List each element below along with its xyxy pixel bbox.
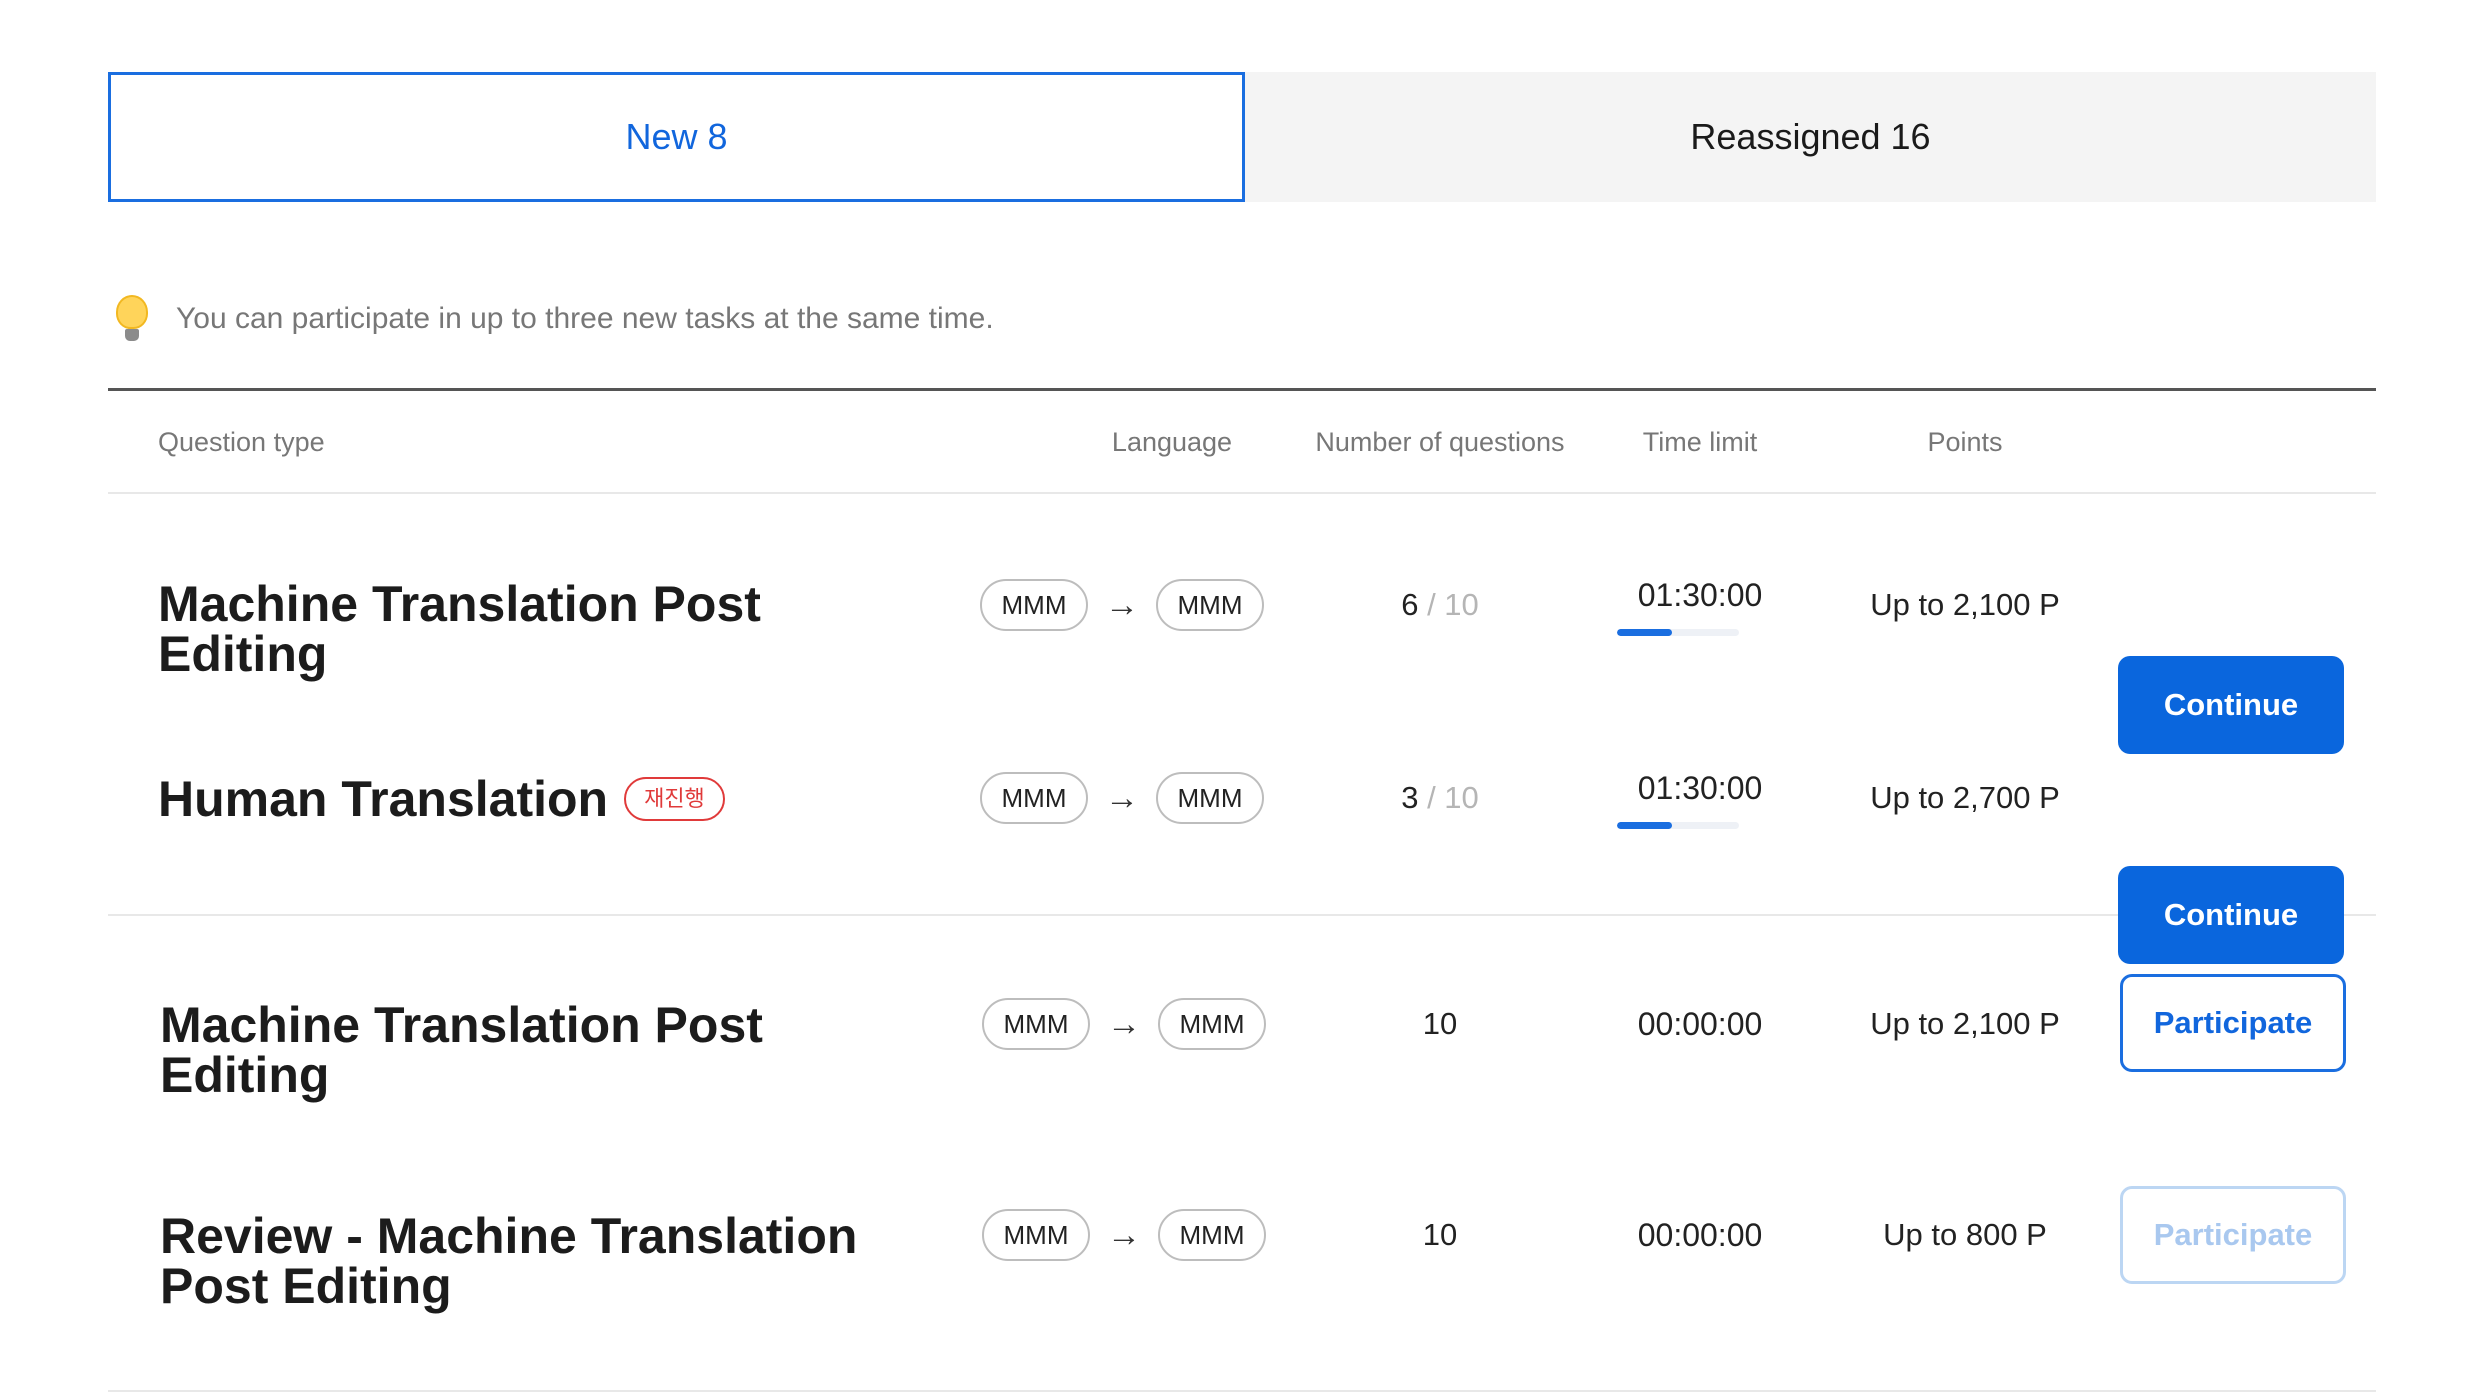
target-language-pill: MMM: [1158, 998, 1266, 1050]
source-language-pill: MMM: [980, 772, 1088, 824]
arrow-right-icon: →: [1107, 1004, 1141, 1043]
table-header: Question type Language Number of questio…: [108, 388, 2376, 494]
header-question-type: Question type: [158, 427, 325, 457]
target-language-pill: MMM: [1156, 579, 1264, 631]
arrow-right-icon: →: [1105, 585, 1139, 624]
table-row: Machine Translation Post Editing MMM → M…: [108, 494, 2376, 754]
source-language-pill: MMM: [980, 579, 1088, 631]
time-limit: 01:30:00: [1637, 577, 1763, 613]
notice-text: You can participate in up to three new t…: [176, 302, 994, 335]
points: Up to 2,100 P: [1870, 1006, 2060, 1041]
target-language-pill: MMM: [1156, 772, 1264, 824]
time-limit: 01:30:00: [1637, 770, 1763, 806]
table-row: Human Translation 재진행 MMM → MMM 3 / 10 01…: [108, 704, 2376, 914]
participate-button[interactable]: Participate: [2120, 974, 2346, 1072]
points: Up to 2,100 P: [1870, 587, 2060, 622]
task-table: Question type Language Number of questio…: [108, 388, 2376, 1392]
in-progress-group: Machine Translation Post Editing MMM → M…: [108, 494, 2376, 964]
question-count: 10: [1422, 1217, 1458, 1252]
new-tasks-group: Machine Translation Post Editing MMM → M…: [108, 916, 2376, 1392]
question-count: 10: [1422, 1006, 1458, 1041]
question-type: Review - Machine Translation Post Editin…: [160, 1208, 858, 1314]
question-type: Human Translation 재진행: [158, 774, 918, 824]
lightbulb-icon: [112, 293, 152, 345]
time-limit: 00:00:00: [1637, 1217, 1763, 1253]
status-badge: 재진행: [624, 776, 725, 821]
source-language-pill: MMM: [982, 998, 1090, 1050]
question-count: 3 / 10: [1401, 780, 1479, 815]
target-language-pill: MMM: [1158, 1209, 1266, 1261]
language-pair: MMM → MMM: [982, 998, 1266, 1050]
header-time-limit: Time limit: [1642, 427, 1758, 457]
points: Up to 2,700 P: [1870, 780, 2060, 815]
task-tabs: New 8 Reassigned 16: [108, 72, 2376, 202]
participation-notice: You can participate in up to three new t…: [112, 292, 994, 346]
tab-reassigned[interactable]: Reassigned 16: [1245, 72, 2376, 202]
time-progress-bar: [1617, 822, 1739, 829]
header-number-of-questions: Number of questions: [1315, 427, 1565, 457]
question-type: Machine Translation Post Editing: [160, 997, 763, 1103]
language-pair: MMM → MMM: [980, 579, 1264, 631]
language-pair: MMM → MMM: [980, 772, 1264, 824]
language-pair: MMM → MMM: [982, 1209, 1266, 1261]
question-count: 6 / 10: [1401, 587, 1479, 622]
time-limit: 00:00:00: [1637, 1006, 1763, 1042]
header-points: Points: [1927, 427, 2003, 457]
points: Up to 800 P: [1883, 1217, 2047, 1252]
tab-new[interactable]: New 8: [108, 72, 1245, 202]
arrow-right-icon: →: [1105, 778, 1139, 817]
header-language: Language: [1111, 427, 1233, 457]
question-type: Machine Translation Post Editing: [158, 576, 761, 682]
time-progress-bar: [1617, 629, 1739, 636]
arrow-right-icon: →: [1107, 1215, 1141, 1254]
participate-button-disabled[interactable]: Participate: [2120, 1186, 2346, 1284]
source-language-pill: MMM: [982, 1209, 1090, 1261]
